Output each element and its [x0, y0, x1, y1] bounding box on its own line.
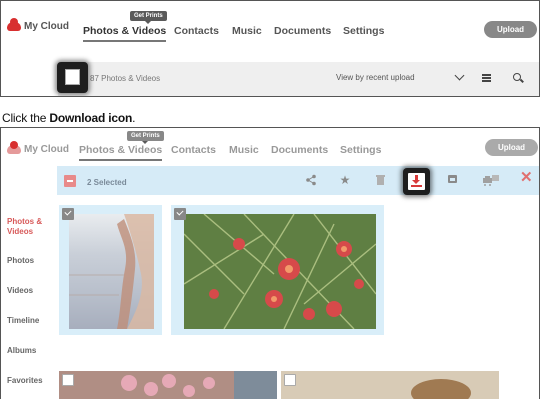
- print-icon[interactable]: [483, 174, 499, 186]
- my-cloud-logo[interactable]: My Cloud: [7, 18, 69, 32]
- instruction-prefix: Click the: [2, 111, 50, 125]
- photo-checkbox[interactable]: [62, 374, 74, 386]
- cloud-logo-icon: [7, 141, 21, 154]
- sidebar-item-albums[interactable]: Albums: [7, 346, 36, 356]
- photo-checkbox-checked[interactable]: [62, 208, 74, 220]
- sidebar-item-photos-videos[interactable]: Photos & Videos: [7, 217, 51, 237]
- download-icon-highlight: [403, 168, 430, 195]
- screenshot-panel-after: My Cloud Photos & Videos Get Prints Cont…: [0, 127, 540, 399]
- nav-contacts[interactable]: Contacts: [171, 144, 216, 156]
- download-button[interactable]: [408, 173, 425, 190]
- logo-text: My Cloud: [24, 144, 69, 155]
- logo-text: My Cloud: [24, 21, 69, 32]
- photo-thumbnail[interactable]: [59, 371, 277, 399]
- nav-photos-videos[interactable]: Photos & Videos: [79, 144, 163, 161]
- nav-photos-videos[interactable]: Photos & Videos: [83, 25, 167, 42]
- cloud-logo-icon: [7, 18, 21, 31]
- sidebar-item-videos[interactable]: Videos: [7, 286, 33, 296]
- photo-thumbnail: [184, 214, 376, 329]
- top-navigation: My Cloud Photos & Videos Get Prints Cont…: [1, 1, 539, 43]
- photo-checkbox[interactable]: [284, 374, 296, 386]
- sidebar-item-favorites[interactable]: Favorites: [7, 376, 43, 386]
- photo-tile-selected[interactable]: [59, 205, 162, 335]
- selected-count: 2 Selected: [87, 178, 127, 187]
- sidebar-item-photos[interactable]: Photos: [7, 256, 34, 266]
- deselect-all-checkbox[interactable]: [64, 175, 76, 187]
- item-count-label: 87 Photos & Videos: [90, 74, 161, 83]
- get-prints-badge[interactable]: Get Prints: [130, 11, 167, 24]
- list-view-icon[interactable]: [482, 74, 491, 82]
- share-icon[interactable]: [305, 174, 317, 186]
- view-by-select[interactable]: View by recent upload: [336, 73, 415, 82]
- photo-thumbnail: [69, 214, 154, 329]
- close-icon[interactable]: ✕: [520, 170, 533, 186]
- select-all-checkbox[interactable]: [65, 69, 80, 85]
- nav-music[interactable]: Music: [232, 25, 262, 37]
- instruction-target: Download icon: [49, 111, 133, 125]
- upload-button[interactable]: Upload: [484, 21, 537, 38]
- image-icon[interactable]: [447, 174, 459, 186]
- trash-icon[interactable]: [375, 174, 387, 186]
- instruction-text: Click the Download icon.: [2, 111, 135, 125]
- photo-checkbox-checked[interactable]: [174, 208, 186, 220]
- upload-button[interactable]: Upload: [485, 139, 538, 156]
- selection-toolbar: [57, 166, 539, 195]
- nav-contacts[interactable]: Contacts: [174, 25, 219, 37]
- get-prints-badge[interactable]: Get Prints: [127, 131, 164, 144]
- sidebar-item-timeline[interactable]: Timeline: [7, 316, 39, 326]
- nav-settings[interactable]: Settings: [343, 25, 384, 37]
- nav-settings[interactable]: Settings: [340, 144, 381, 156]
- top-navigation: My Cloud Photos & Videos Get Prints Cont…: [1, 128, 539, 170]
- nav-music[interactable]: Music: [229, 144, 259, 156]
- instruction-suffix: .: [132, 111, 136, 125]
- nav-documents[interactable]: Documents: [271, 144, 328, 156]
- my-cloud-logo[interactable]: My Cloud: [7, 141, 69, 155]
- star-icon[interactable]: ★: [339, 174, 351, 186]
- search-icon[interactable]: [513, 73, 521, 81]
- select-all-checkbox-highlight: [57, 62, 88, 93]
- photo-tile-selected[interactable]: [171, 205, 384, 335]
- nav-documents[interactable]: Documents: [274, 25, 331, 37]
- photo-thumbnail[interactable]: [281, 371, 499, 399]
- download-tray-icon: [411, 185, 422, 187]
- screenshot-panel-before: My Cloud Photos & Videos Get Prints Cont…: [0, 0, 540, 97]
